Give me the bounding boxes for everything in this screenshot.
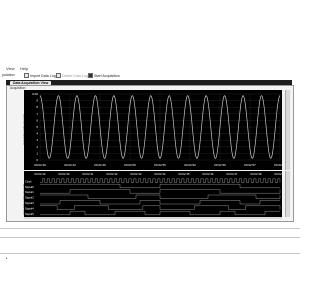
analog-x-tick-label: 00:02:52 bbox=[184, 163, 196, 167]
digital-x-tick-label: 00:02:39 bbox=[275, 172, 282, 176]
delete-data-log-label: Delete Data Log bbox=[62, 73, 88, 78]
analog-x-ticks: 00:02:39 00:02:42 00:02:46 00:02:50 00:02:55… bbox=[34, 163, 282, 167]
digital-x-tick-label: 00:02:37 bbox=[227, 172, 238, 176]
start-acquisition-button[interactable]: Start Acquisition bbox=[88, 73, 120, 78]
import-data-log-label: Import Data Log bbox=[30, 73, 56, 78]
divider bbox=[0, 237, 300, 238]
toolbar-simulation-button[interactable]: pulation bbox=[2, 73, 15, 77]
digital-channel-label: Signal4 bbox=[25, 206, 34, 210]
digital-x-tick-label: 00:02:29 bbox=[35, 172, 46, 176]
analog-x-tick-label: 00:02:46 bbox=[94, 163, 106, 167]
import-data-log-button[interactable]: Import Data Log bbox=[24, 73, 56, 78]
delete-data-log-button[interactable]: Delete Data Log bbox=[56, 73, 88, 78]
divider bbox=[0, 253, 300, 254]
digital-channel-label: Signal5 bbox=[25, 212, 34, 216]
toolbar: pulation Import Data Log Delete Data Log… bbox=[0, 72, 300, 79]
analog-chart: 0.009876543210 00:02:39 00:02:42 00:02:46 0… bbox=[24, 90, 282, 170]
analog-x-tick-label: 00:02:55 bbox=[154, 163, 166, 167]
analog-x-tick-label: 00:02:58 bbox=[274, 163, 282, 167]
digital-x-tick-label: 00:02:34 bbox=[155, 172, 166, 176]
digital-x-tick-label: 00:02:30 bbox=[59, 172, 70, 176]
digital-channel-label: Signal0 bbox=[25, 185, 34, 189]
digital-channel-label: Signal1 bbox=[25, 190, 34, 194]
analog-vertical-scrollbar[interactable] bbox=[285, 90, 290, 170]
analog-y-tick-label: 0.00 bbox=[32, 92, 38, 96]
digital-x-tick-label: 00:02:36 bbox=[203, 172, 214, 176]
start-acquisition-label: Start Acquisition bbox=[94, 73, 120, 78]
analog-x-tick-label: 00:02:56 bbox=[214, 163, 226, 167]
menu-item-help[interactable]: Help bbox=[20, 66, 28, 71]
digital-x-tick-label: 00:02:35 bbox=[179, 172, 190, 176]
menu-item-view[interactable]: View bbox=[6, 66, 15, 71]
digital-x-tick-label: 00:02:38 bbox=[251, 172, 262, 176]
digital-horizontal-scrollbar[interactable] bbox=[24, 217, 282, 219]
digital-x-tick-label: 00:02:33 bbox=[131, 172, 142, 176]
digital-vertical-scrollbar[interactable] bbox=[285, 171, 290, 217]
tab-data-acquisition-view[interactable]: Data Acquisition View bbox=[10, 80, 52, 85]
analog-x-tick-label: 00:02:50 bbox=[124, 163, 136, 167]
analog-x-tick-label: 00:02:42 bbox=[64, 163, 76, 167]
digital-chart-background bbox=[24, 171, 282, 217]
analog-x-tick-label: 00:02:57 bbox=[244, 163, 256, 167]
divider bbox=[0, 228, 300, 229]
digital-channel-label: Signal2 bbox=[25, 196, 34, 200]
digital-channel-label: Clock bbox=[25, 179, 32, 183]
digital-channel-trace bbox=[40, 178, 281, 183]
delete-icon bbox=[56, 73, 61, 78]
toolbar-simulation-label: pulation bbox=[2, 73, 15, 77]
status-marker: ▸ bbox=[6, 256, 8, 260]
play-icon bbox=[88, 73, 93, 78]
import-icon bbox=[24, 73, 29, 78]
digital-chart: 00:02:29 00:02:30 00:02:31 00:02:32 00:02:33… bbox=[24, 171, 282, 217]
digital-x-tick-label: 00:02:31 bbox=[83, 172, 94, 176]
digital-channel-label: Signal3 bbox=[25, 201, 34, 205]
analog-x-tick-label: 00:02:39 bbox=[34, 163, 46, 167]
digital-x-tick-label: 00:02:32 bbox=[107, 172, 118, 176]
